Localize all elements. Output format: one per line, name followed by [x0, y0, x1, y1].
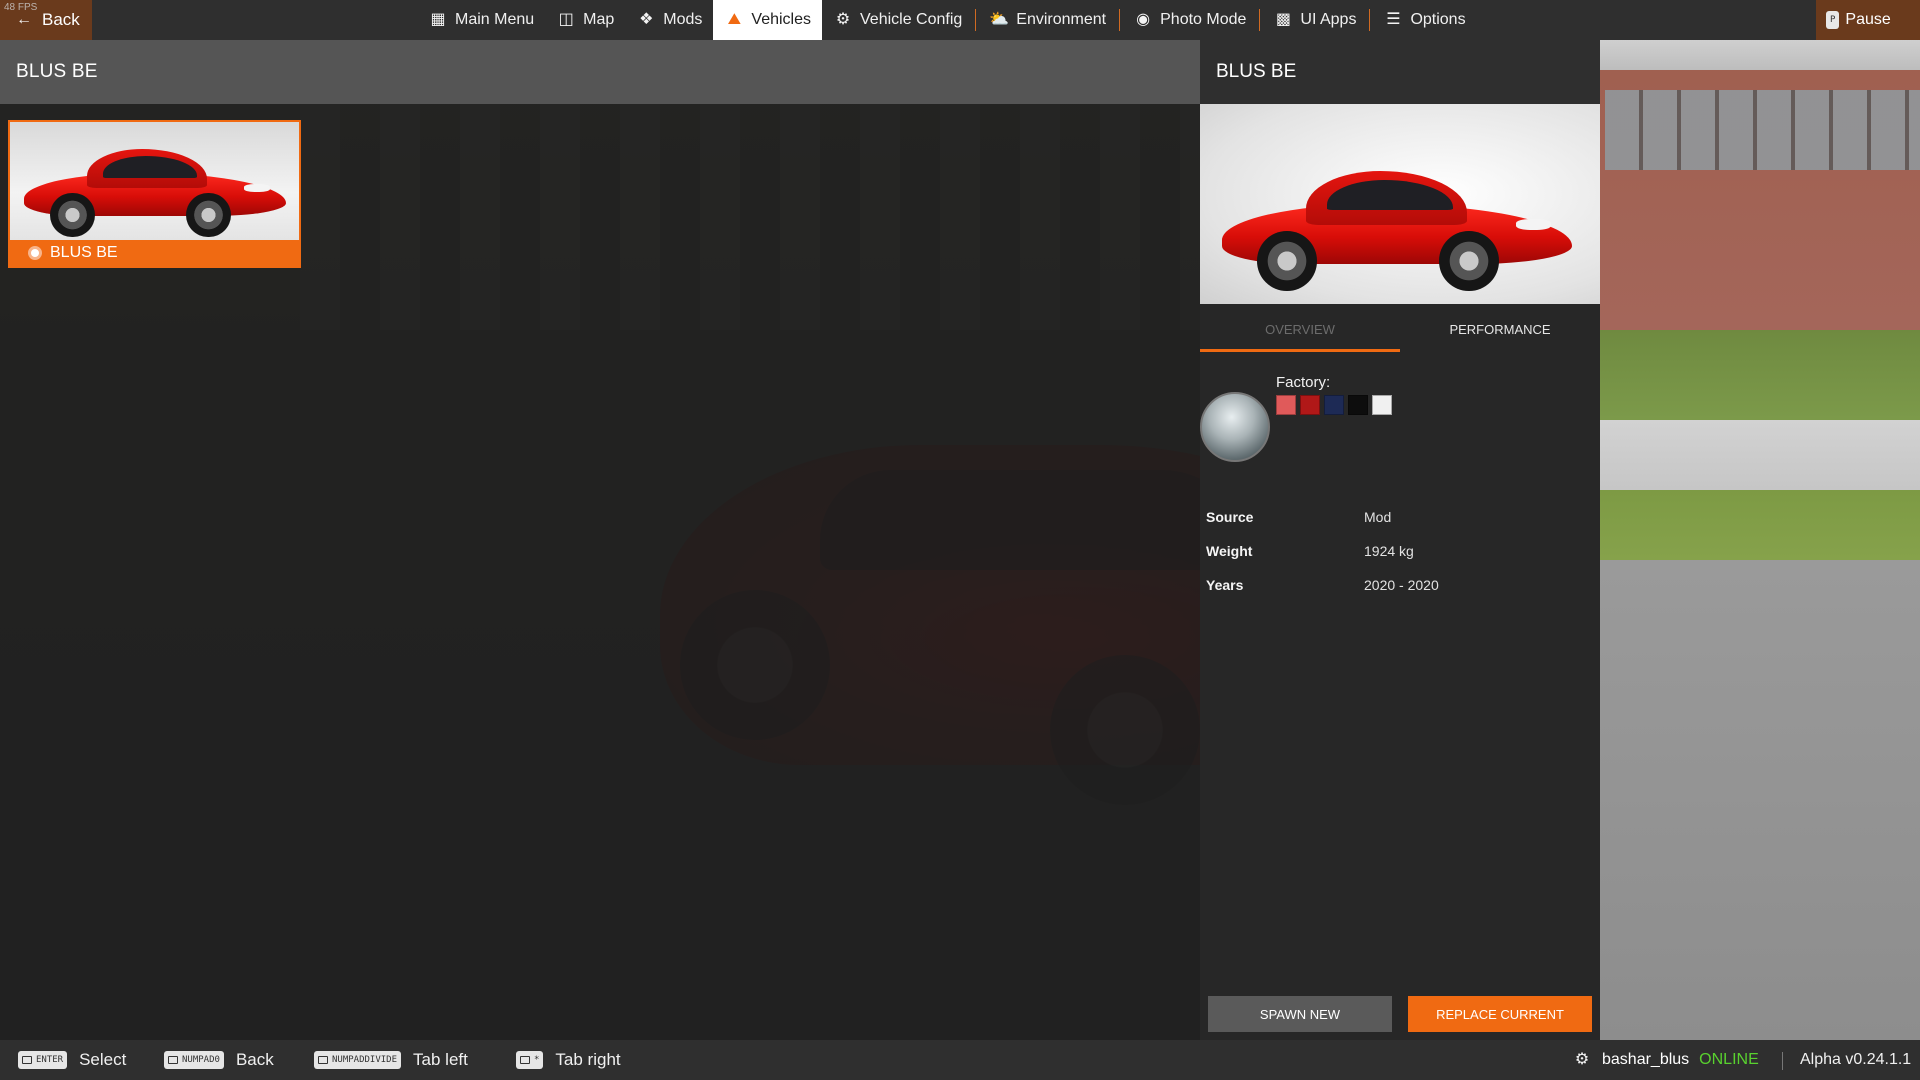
keyboard-key-badge: NUMPAD0 [164, 1051, 224, 1069]
nav-label: Mods [663, 11, 703, 28]
scene-track-view [1600, 40, 1920, 1040]
keyboard-icon [318, 1056, 328, 1064]
divider [1782, 1052, 1783, 1070]
main-nav: ▦ Main Menu ◫ Map ❖ Mods ⛰ Vehicles ⚙ Ve… [417, 0, 1477, 40]
detail-tabs: OVERVIEW PERFORMANCE [1200, 304, 1600, 354]
username: bashar_blus [1602, 1051, 1690, 1068]
vehicle-thumbnail [10, 122, 299, 240]
nav-label: Vehicles [751, 11, 811, 28]
mod-icon [28, 246, 42, 260]
nav-ui-apps[interactable]: ▩ UI Apps [1262, 0, 1367, 40]
car-image [1222, 144, 1572, 294]
detail-title: BLUS BE [1200, 40, 1600, 104]
info-row: Years 2020 - 2020 [1206, 568, 1596, 602]
info-value: Mod [1364, 509, 1392, 525]
nav-label: Vehicle Config [860, 11, 963, 28]
nav-divider [1259, 9, 1261, 31]
top-bar: ← Back 48 FPS ▦ Main Menu ◫ Map ❖ Mods ⛰… [0, 0, 1920, 40]
brand-logo [1200, 392, 1270, 462]
color-swatch[interactable] [1276, 395, 1296, 415]
info-row: Source Mod [1206, 500, 1596, 534]
pause-key-badge: P [1826, 11, 1840, 29]
nav-vehicles[interactable]: ⛰ Vehicles [713, 0, 822, 40]
engine-icon: ⚙ [835, 11, 851, 28]
nav-divider [1119, 9, 1121, 31]
nav-photo-mode[interactable]: ◉ Photo Mode [1122, 0, 1257, 40]
hint-label: Select [79, 1050, 127, 1069]
keyboard-icon [22, 1056, 32, 1064]
weather-icon: ⛅ [989, 11, 1010, 28]
keyboard-key-badge: * [516, 1051, 544, 1069]
main-menu-icon: ▦ [430, 11, 446, 28]
keyboard-key-badge: ENTER [18, 1051, 68, 1069]
scene-windows [1605, 90, 1920, 170]
bottom-bar: ENTER Select NUMPAD0 Back NUMPADDIVIDE T… [0, 1040, 1920, 1080]
factory-color-swatches [1276, 395, 1392, 415]
vehicle-list-title: BLUS BE [0, 40, 1200, 104]
nav-label: Environment [1016, 11, 1107, 28]
keyboard-icon [168, 1056, 178, 1064]
info-value: 1924 kg [1364, 543, 1414, 559]
keyboard-key-badge: NUMPADDIVIDE [314, 1051, 402, 1069]
puzzle-icon: ❖ [639, 11, 654, 28]
user-status: ⚙ bashar_blus ONLINE [1572, 1040, 1759, 1080]
vehicle-tile[interactable]: BLUS BE [8, 120, 301, 268]
steam-icon: ⚙ [1574, 1051, 1590, 1068]
nav-label: Map [583, 11, 615, 28]
back-label: Back [42, 10, 80, 29]
info-key: Source [1206, 509, 1254, 525]
hint-select[interactable]: ENTER Select [18, 1040, 126, 1080]
options-icon: ☰ [1386, 11, 1401, 28]
pause-label: Pause [1845, 11, 1891, 28]
vehicle-detail-panel: BLUS BE OVERVIEW PERFORMANCE Factory: So… [1200, 40, 1600, 1040]
tab-performance[interactable]: PERFORMANCE [1400, 304, 1600, 354]
color-swatch[interactable] [1372, 395, 1392, 415]
nav-divider [1369, 9, 1371, 31]
nav-main-menu[interactable]: ▦ Main Menu [417, 0, 545, 40]
info-row: Weight 1924 kg [1206, 534, 1596, 568]
vehicle-preview [1200, 104, 1600, 304]
nav-options[interactable]: ☰ Options [1372, 0, 1476, 40]
car-icon: ⛰ [727, 11, 742, 28]
vehicle-tile-label: BLUS BE [10, 240, 299, 266]
arrow-left-icon: ← [16, 11, 32, 28]
hint-tab-right[interactable]: * Tab right [516, 1040, 621, 1080]
keyboard-icon [520, 1056, 530, 1064]
hint-back[interactable]: NUMPAD0 Back [164, 1040, 274, 1080]
info-key: Years [1206, 577, 1244, 593]
nav-vehicle-config[interactable]: ⚙ Vehicle Config [822, 0, 973, 40]
spawn-new-button[interactable]: SPAWN NEW [1208, 996, 1392, 1032]
online-status: ONLINE [1699, 1051, 1759, 1068]
car-image [24, 130, 286, 238]
pause-button[interactable]: P Pause [1816, 0, 1920, 40]
color-swatch[interactable] [1300, 395, 1320, 415]
replace-current-button[interactable]: REPLACE CURRENT [1408, 996, 1592, 1032]
hint-label: Back [235, 1050, 274, 1069]
info-value: 2020 - 2020 [1364, 577, 1439, 593]
factory-label: Factory: [1276, 374, 1331, 391]
hint-label: Tab left [413, 1050, 468, 1069]
nav-label: Main Menu [455, 11, 535, 28]
camera-icon: ◉ [1136, 11, 1151, 28]
tab-overview[interactable]: OVERVIEW [1200, 304, 1400, 354]
hint-label: Tab right [555, 1050, 621, 1069]
color-swatch[interactable] [1348, 395, 1368, 415]
version-label: Alpha v0.24.1.1 [1800, 1051, 1912, 1068]
nav-environment[interactable]: ⛅ Environment [978, 0, 1117, 40]
nav-label: Options [1410, 11, 1466, 28]
nav-mods[interactable]: ❖ Mods [625, 0, 713, 40]
nav-label: Photo Mode [1160, 11, 1247, 28]
ui-apps-icon: ▩ [1275, 11, 1291, 28]
nav-map[interactable]: ◫ Map [545, 0, 625, 40]
nav-label: UI Apps [1300, 11, 1357, 28]
hint-tab-left[interactable]: NUMPADDIVIDE Tab left [314, 1040, 468, 1080]
nav-divider [975, 9, 977, 31]
color-swatch[interactable] [1324, 395, 1344, 415]
info-key: Weight [1206, 543, 1253, 559]
fps-counter: 48 FPS [4, 2, 38, 13]
vehicle-info-table: Source Mod Weight 1924 kg Years 2020 - 2… [1206, 500, 1596, 602]
map-icon: ◫ [558, 11, 574, 28]
vehicle-name: BLUS BE [50, 244, 118, 261]
